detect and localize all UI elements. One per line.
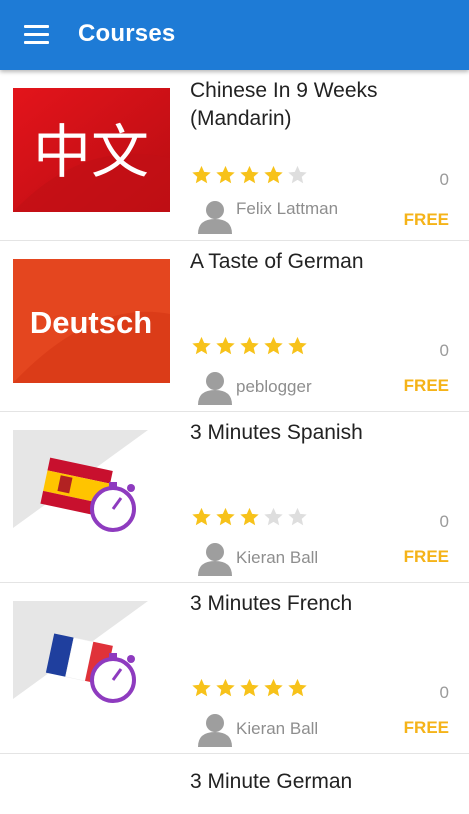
hamburger-menu-icon[interactable] (14, 18, 58, 52)
course-title: 3 Minutes Spanish (190, 421, 363, 444)
rating-count: 0 (439, 170, 449, 189)
price-label: FREE (403, 376, 449, 395)
price-label: FREE (403, 547, 449, 566)
star-filled-icon (216, 165, 235, 184)
star-filled-icon (264, 336, 283, 355)
star-filled-icon (264, 678, 283, 697)
star-rating (190, 164, 310, 190)
star-filled-icon (192, 165, 211, 184)
course-row[interactable]: 中文 Chinese In 9 Weeks (Mandarin) 0 Felix… (0, 70, 469, 241)
star-filled-icon (216, 507, 235, 526)
course-thumbnail: Deutsch (13, 259, 170, 383)
thumbnail-text: Deutsch (30, 305, 152, 340)
author-info: Kieran Ball (196, 711, 356, 751)
course-row[interactable]: Deutsch A Taste of German 0 peblogger FR… (0, 241, 469, 412)
author-name: Kieran Ball (236, 548, 319, 567)
star-filled-icon (192, 678, 211, 697)
course-row[interactable]: 3 Minute German (0, 754, 469, 814)
page-title: Courses (78, 20, 176, 47)
star-filled-icon (264, 165, 283, 184)
star-filled-icon (240, 336, 259, 355)
star-filled-icon (240, 165, 259, 184)
author-name: peblogger (236, 377, 312, 396)
price-label: FREE (403, 718, 449, 737)
star-filled-icon (216, 678, 235, 697)
author-name: Felix Lattman (236, 199, 339, 218)
app-bar: Courses (0, 0, 469, 70)
star-empty-icon (288, 507, 307, 526)
star-filled-icon (288, 678, 307, 697)
course-title: Chinese In 9 Weeks (Mandarin) (190, 79, 378, 130)
author-info: Felix Lattman (196, 198, 356, 238)
course-title: 3 Minutes French (190, 592, 353, 615)
star-rating (190, 335, 310, 361)
star-empty-icon (264, 507, 283, 526)
course-row[interactable]: 3 Minutes Spanish 0 Kieran Ball FREE (0, 412, 469, 583)
course-row[interactable]: 3 Minutes French 0 Kieran Ball FREE (0, 583, 469, 754)
course-list: 中文 Chinese In 9 Weeks (Mandarin) 0 Felix… (0, 70, 469, 814)
star-filled-icon (192, 507, 211, 526)
rating-count: 0 (439, 683, 449, 702)
user-avatar-icon (198, 543, 232, 576)
course-thumbnail (13, 601, 170, 725)
price-label: FREE (403, 210, 449, 229)
user-avatar-icon (198, 372, 232, 405)
star-filled-icon (216, 336, 235, 355)
star-filled-icon (288, 336, 307, 355)
thumbnail-text: 中文 (33, 118, 149, 186)
course-thumbnail: 中文 (13, 88, 170, 212)
star-empty-icon (288, 165, 307, 184)
rating-count: 0 (439, 512, 449, 531)
user-avatar-icon (198, 201, 232, 234)
rating-count: 0 (439, 341, 449, 360)
author-name: Kieran Ball (236, 719, 319, 738)
star-rating (190, 506, 310, 532)
star-filled-icon (240, 507, 259, 526)
author-info: peblogger (196, 369, 356, 409)
course-title: 3 Minute German (190, 770, 353, 793)
course-title: A Taste of German (190, 250, 364, 273)
user-avatar-icon (198, 714, 232, 747)
star-rating (190, 677, 310, 703)
author-info: Kieran Ball (196, 540, 356, 580)
star-filled-icon (192, 336, 211, 355)
star-filled-icon (240, 678, 259, 697)
course-thumbnail (13, 430, 170, 554)
